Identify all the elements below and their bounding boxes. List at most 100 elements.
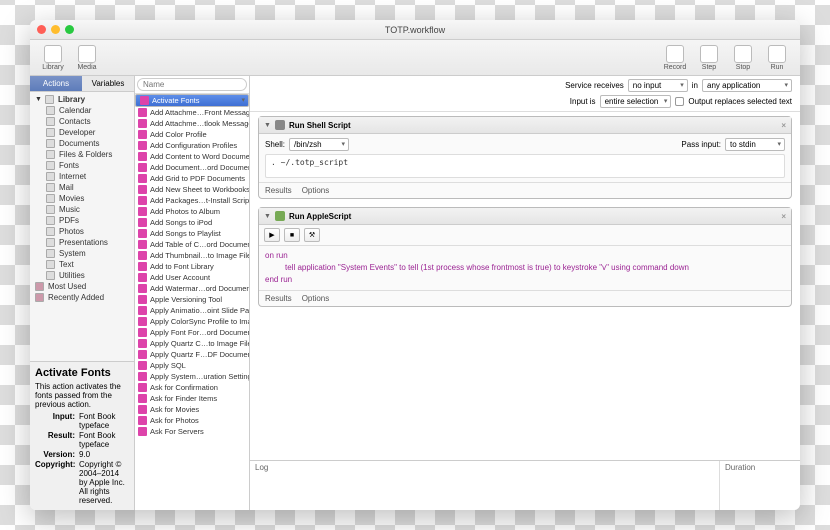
workflow-canvas: Service receives no input in any applica… bbox=[250, 76, 800, 510]
terminal-icon bbox=[275, 120, 285, 130]
action-item[interactable]: Add User Account bbox=[135, 272, 249, 283]
action-item[interactable]: Ask for Photos bbox=[135, 415, 249, 426]
tab-actions[interactable]: Actions bbox=[30, 76, 82, 91]
library-item[interactable]: Photos bbox=[32, 226, 132, 237]
workflow-actions: ▼ Run Shell Script × Shell: /bin/zsh Pas… bbox=[250, 112, 800, 460]
library-item[interactable]: Recently Added bbox=[32, 292, 132, 303]
media-button[interactable]: Media bbox=[70, 45, 104, 71]
library-item[interactable]: Files & Folders bbox=[32, 149, 132, 160]
action-item[interactable]: Ask for Movies bbox=[135, 404, 249, 415]
traffic-lights bbox=[37, 25, 74, 34]
results-tab[interactable]: Results bbox=[265, 294, 292, 303]
library-icon bbox=[45, 95, 54, 104]
action-item[interactable]: Activate Fonts bbox=[135, 94, 249, 107]
minimize-button[interactable] bbox=[51, 25, 60, 34]
action-item[interactable]: Add Grid to PDF Documents bbox=[135, 173, 249, 184]
applescript-code[interactable]: on runtell application "System Events" t… bbox=[259, 246, 791, 290]
action-item[interactable]: Apply System…uration Settings bbox=[135, 371, 249, 382]
action-item[interactable]: Add Color Profile bbox=[135, 129, 249, 140]
applescript-header[interactable]: ▼ Run AppleScript × bbox=[259, 208, 791, 225]
applescript-action: ▼ Run AppleScript × ▶ ■ ⚒ on runtell app… bbox=[258, 207, 792, 307]
action-item[interactable]: Add Watermar…ord Documents bbox=[135, 283, 249, 294]
action-item[interactable]: Add Songs to Playlist bbox=[135, 228, 249, 239]
action-item[interactable]: Apply SQL bbox=[135, 360, 249, 371]
library-item[interactable]: Music bbox=[32, 204, 132, 215]
step-button[interactable]: Step bbox=[692, 45, 726, 71]
main-area: Actions Variables ▼ Library CalendarCont… bbox=[30, 76, 800, 510]
tab-variables[interactable]: Variables bbox=[82, 76, 134, 91]
close-button[interactable] bbox=[37, 25, 46, 34]
library-item[interactable]: Developer bbox=[32, 127, 132, 138]
library-item[interactable]: Fonts bbox=[32, 160, 132, 171]
in-select[interactable]: any application bbox=[702, 79, 792, 92]
action-item[interactable]: Ask for Finder Items bbox=[135, 393, 249, 404]
library-item[interactable]: Presentations bbox=[32, 237, 132, 248]
play-button[interactable]: ▶ bbox=[264, 228, 280, 242]
action-item[interactable]: Add Attachme…tlook Messages bbox=[135, 118, 249, 129]
search-bar bbox=[135, 76, 249, 94]
action-item[interactable]: Add Photos to Album bbox=[135, 206, 249, 217]
library-item[interactable]: Utilities bbox=[32, 270, 132, 281]
options-tab[interactable]: Options bbox=[302, 186, 330, 195]
library-header[interactable]: ▼ Library bbox=[32, 94, 132, 105]
hammer-button[interactable]: ⚒ bbox=[304, 228, 320, 242]
library-button[interactable]: Library bbox=[36, 45, 70, 71]
library-item[interactable]: Text bbox=[32, 259, 132, 270]
titlebar: TOTP.workflow bbox=[30, 20, 800, 40]
run-button[interactable]: Run bbox=[760, 45, 794, 71]
action-item[interactable]: Apply ColorSync Profile to Images bbox=[135, 316, 249, 327]
library-item[interactable]: Internet bbox=[32, 171, 132, 182]
info-title: Activate Fonts bbox=[35, 367, 129, 379]
action-item[interactable]: Apply Animatio…oint Slide Parts bbox=[135, 305, 249, 316]
action-item[interactable]: Add Document…ord Documents bbox=[135, 162, 249, 173]
library-item[interactable]: Most Used bbox=[32, 281, 132, 292]
action-item[interactable]: Add to Font Library bbox=[135, 261, 249, 272]
action-item[interactable]: Apply Quartz F…DF Documents bbox=[135, 349, 249, 360]
close-icon[interactable]: × bbox=[781, 121, 786, 130]
log-panel: Log Duration bbox=[250, 460, 800, 510]
action-item[interactable]: Add Configuration Profiles bbox=[135, 140, 249, 151]
options-tab[interactable]: Options bbox=[302, 294, 330, 303]
service-config: Service receives no input in any applica… bbox=[250, 76, 800, 112]
action-item[interactable]: Apply Font For…ord Documents bbox=[135, 327, 249, 338]
action-item[interactable]: Add Thumbnail…to Image Files bbox=[135, 250, 249, 261]
passinput-select[interactable]: to stdin bbox=[725, 138, 785, 151]
shell-action: ▼ Run Shell Script × Shell: /bin/zsh Pas… bbox=[258, 116, 792, 199]
stop-script-button[interactable]: ■ bbox=[284, 228, 300, 242]
library-item[interactable]: Contacts bbox=[32, 116, 132, 127]
action-info: Activate Fonts This action activates the… bbox=[30, 361, 134, 510]
action-item[interactable]: Add Content to Word Documents bbox=[135, 151, 249, 162]
action-item[interactable]: Add New Sheet to Workbooks bbox=[135, 184, 249, 195]
record-button[interactable]: Record bbox=[658, 45, 692, 71]
search-input[interactable] bbox=[137, 78, 247, 91]
library-item[interactable]: PDFs bbox=[32, 215, 132, 226]
library-item[interactable]: Mail bbox=[32, 182, 132, 193]
action-item[interactable]: Add Songs to iPod bbox=[135, 217, 249, 228]
stop-button[interactable]: Stop bbox=[726, 45, 760, 71]
shell-select[interactable]: /bin/zsh bbox=[289, 138, 349, 151]
action-item[interactable]: Add Table of C…ord Documents bbox=[135, 239, 249, 250]
actions-column: Activate FontsAdd Attachme…Front Message… bbox=[135, 76, 250, 510]
library-item[interactable]: Calendar bbox=[32, 105, 132, 116]
library-list: ▼ Library CalendarContactsDeveloperDocum… bbox=[30, 92, 134, 361]
inputis-select[interactable]: entire selection bbox=[600, 95, 672, 108]
action-item[interactable]: Ask For Servers bbox=[135, 426, 249, 437]
info-desc: This action activates the fonts passed f… bbox=[35, 382, 129, 409]
receives-select[interactable]: no input bbox=[628, 79, 688, 92]
close-icon[interactable]: × bbox=[781, 212, 786, 221]
action-item[interactable]: Add Attachme…Front Message bbox=[135, 107, 249, 118]
library-item[interactable]: Documents bbox=[32, 138, 132, 149]
library-item[interactable]: Movies bbox=[32, 193, 132, 204]
shell-header[interactable]: ▼ Run Shell Script × bbox=[259, 117, 791, 134]
action-item[interactable]: Apply Quartz C…to Image Files bbox=[135, 338, 249, 349]
action-item[interactable]: Ask for Confirmation bbox=[135, 382, 249, 393]
action-item[interactable]: Add Packages…t-Install Scripts bbox=[135, 195, 249, 206]
results-tab[interactable]: Results bbox=[265, 186, 292, 195]
actions-list: Activate FontsAdd Attachme…Front Message… bbox=[135, 94, 249, 510]
shell-code[interactable]: . ~/.totp_script bbox=[265, 154, 785, 178]
toolbar: LibraryMedia RecordStepStopRun bbox=[30, 40, 800, 76]
action-item[interactable]: Apple Versioning Tool bbox=[135, 294, 249, 305]
library-item[interactable]: System bbox=[32, 248, 132, 259]
replace-checkbox[interactable] bbox=[675, 97, 684, 106]
zoom-button[interactable] bbox=[65, 25, 74, 34]
